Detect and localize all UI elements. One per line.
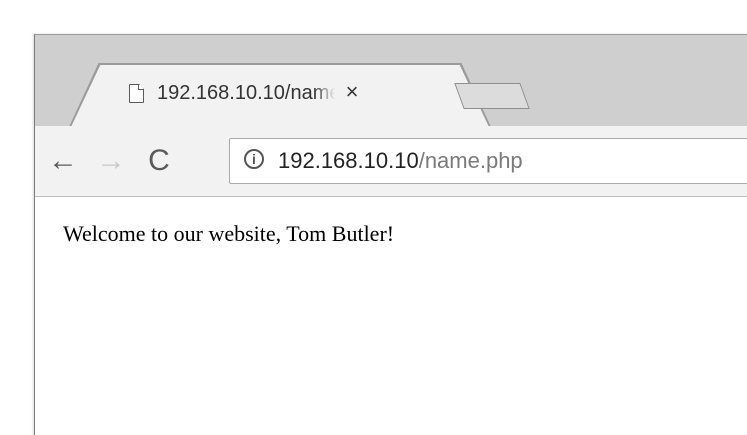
new-tab-button[interactable]	[454, 83, 530, 109]
url-path: /name.php	[418, 148, 523, 173]
page-content: Welcome to our website, Tom Butler!	[35, 197, 747, 435]
tab-strip: 192.168.10.10/name.php ×	[35, 35, 747, 127]
reload-icon[interactable]: C	[143, 144, 175, 178]
welcome-message: Welcome to our website, Tom Butler!	[63, 221, 395, 246]
tab-title: 192.168.10.10/name.php	[157, 82, 335, 104]
url-text[interactable]: 192.168.10.10/name.php	[278, 147, 523, 175]
close-tab-icon[interactable]: ×	[341, 80, 363, 104]
forward-arrow-icon[interactable]: →	[95, 144, 127, 178]
address-bar[interactable]: i 192.168.10.10/name.php	[229, 138, 747, 184]
info-icon[interactable]: i	[244, 149, 264, 169]
active-tab[interactable]: 192.168.10.10/name.php ×	[71, 65, 489, 127]
screenshot: 192.168.10.10/name.php × ← → C i 192.168…	[0, 0, 747, 435]
browser-toolbar: ← → C i 192.168.10.10/name.php	[35, 126, 747, 197]
page-icon-fold	[138, 84, 144, 90]
back-arrow-icon[interactable]: ←	[47, 144, 79, 178]
url-host: 192.168.10.10	[278, 148, 419, 173]
browser-window: 192.168.10.10/name.php × ← → C i 192.168…	[34, 34, 747, 435]
